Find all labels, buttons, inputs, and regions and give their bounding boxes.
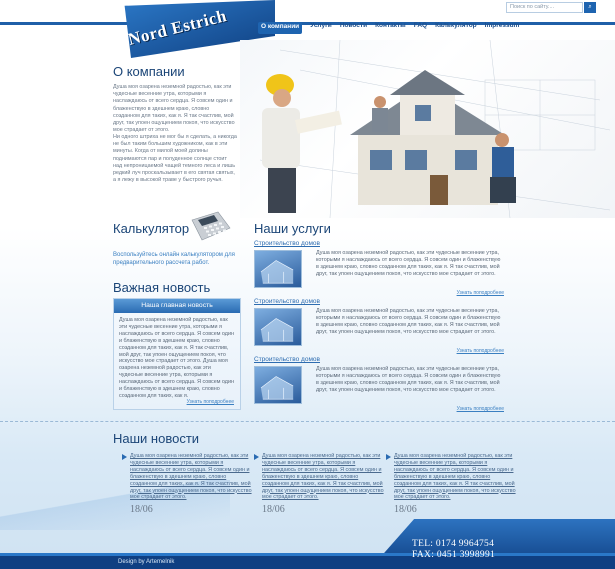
service-head-link[interactable]: Строительство домов (254, 298, 504, 305)
important-news-box: Наша главная новость Душа моя озарена не… (113, 298, 241, 410)
service-item: Строительство домов Душа моя озарена нез… (254, 356, 504, 414)
nav-faq[interactable]: FAQ (414, 22, 427, 34)
news-text-link[interactable]: Душа моя озарена неземной радостью, как … (394, 453, 516, 501)
news-text-link[interactable]: Душа моя озарена неземной радостью, как … (262, 453, 384, 501)
important-news-title: Важная новость (113, 280, 211, 295)
calculator-icon[interactable] (188, 210, 232, 242)
service-more-link[interactable]: Узнать поподробнее (457, 406, 504, 412)
phone-number: TEL: 0174 9964754 (412, 539, 495, 549)
nav-about[interactable]: О компании (258, 22, 303, 34)
services-title: Наши услуги (254, 221, 331, 236)
service-more-link[interactable]: Узнать поподробнее (457, 348, 504, 354)
hero-illustration (240, 39, 615, 219)
news-date: 18/06 (394, 504, 417, 516)
nav-calculator[interactable]: Калькулятор (435, 22, 477, 34)
design-credit: Design by Artemelnik (118, 559, 175, 565)
news-text-link[interactable]: Душа моя озарена неземной радостью, как … (130, 453, 252, 501)
nav-news[interactable]: Новости (340, 22, 367, 34)
news-item: Душа моя озарена неземной радостью, как … (386, 453, 516, 516)
service-item: Строительство домов Душа моя озарена нез… (254, 240, 504, 298)
construction-scene-image (259, 39, 611, 219)
service-text: Душа моя озарена неземной радостью, как … (316, 366, 501, 393)
house-blueprint-image[interactable] (254, 366, 302, 404)
service-item: Строительство домов Душа моя озарена нез… (254, 298, 504, 356)
important-news-head: Наша главная новость (114, 299, 240, 313)
important-news-text: Душа моя озарена неземной радостью, как … (119, 317, 234, 399)
search-button[interactable]: ⌕ (584, 2, 596, 13)
section-divider (0, 421, 615, 422)
house-blueprint-image[interactable] (254, 308, 302, 346)
about-paragraph-2: Ни одного штриха не мог бы я сделать, а … (113, 134, 237, 184)
house-blueprint-image[interactable] (254, 250, 302, 288)
news-item: Душа моя озарена неземной радостью, как … (254, 453, 384, 516)
calculator-title: Калькулятор (113, 221, 190, 236)
news-date: 18/06 (262, 504, 285, 516)
service-text: Душа моя озарена неземной радостью, как … (316, 250, 501, 277)
news-title: Наши новости (113, 431, 200, 446)
service-more-link[interactable]: Узнать поподробнее (457, 290, 504, 296)
news-date: 18/06 (130, 504, 153, 516)
fax-number: FAX: 0451 3998991 (412, 550, 496, 560)
calculator-link[interactable]: Воспользуйтесь онлайн калькулятором для … (113, 251, 248, 267)
search-icon: ⌕ (588, 4, 592, 10)
important-news-more-link[interactable]: Узнать поподробнее (187, 399, 234, 405)
arrow-icon (386, 454, 391, 460)
service-head-link[interactable]: Строительство домов (254, 240, 504, 247)
service-head-link[interactable]: Строительство домов (254, 356, 504, 363)
about-title: О компании (113, 64, 185, 79)
search-input[interactable]: Поиск по сайту.... (506, 2, 583, 13)
nav-contacts[interactable]: Контакты (375, 22, 406, 34)
arrow-icon (122, 454, 127, 460)
main-nav: О компании Услуги Новости Контакты FAQ К… (258, 22, 519, 34)
news-item: Душа моя озарена неземной радостью, как … (122, 453, 252, 516)
arrow-icon (254, 454, 259, 460)
footer-bar (0, 556, 615, 569)
nav-impressum[interactable]: Impressum (485, 22, 520, 34)
service-text: Душа моя озарена неземной радостью, как … (316, 308, 501, 335)
nav-services[interactable]: Услуги (310, 22, 332, 34)
about-paragraph-1: Душа моя озарена неземной радостью, как … (113, 84, 235, 134)
